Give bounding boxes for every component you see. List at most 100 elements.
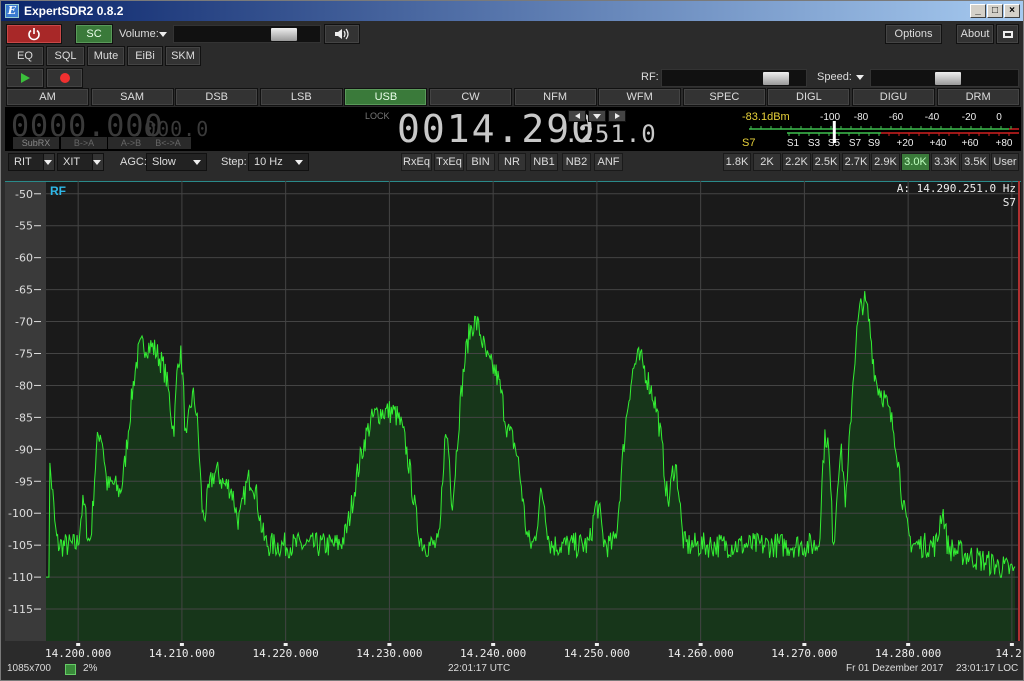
dsp-button-txeq[interactable]: TxEq (434, 153, 464, 171)
options-button[interactable]: Options (885, 24, 942, 44)
step-select[interactable]: 10 Hz (248, 153, 309, 171)
vfo-down-button[interactable] (588, 110, 606, 122)
cpu-icon (65, 664, 76, 675)
swap-ab-button[interactable]: B<->A (145, 137, 191, 149)
mode-button-spec[interactable]: SPEC (682, 88, 766, 106)
mode-button-usb[interactable]: USB (344, 88, 428, 106)
dsp-button-nb2[interactable]: NB2 (562, 153, 591, 171)
x-tick-label: 14.270.000 (771, 647, 837, 660)
toolbar-button-eq[interactable]: EQ (6, 46, 44, 66)
rf-gain-slider-thumb[interactable] (763, 72, 790, 85)
dsp-button-nb1[interactable]: NB1 (530, 153, 558, 171)
dsp-button-anf[interactable]: ANF (594, 153, 623, 171)
mode-button-digl[interactable]: DIGL (767, 88, 851, 106)
smeter-dbm-readout: -83.1dBm (742, 111, 790, 123)
speed-slider[interactable] (870, 69, 1019, 87)
vfo-right-button[interactable] (608, 110, 626, 122)
speaker-button[interactable] (324, 24, 360, 44)
mode-button-nfm[interactable]: NFM (513, 88, 597, 106)
cpu-usage: 2% (83, 663, 98, 674)
close-icon[interactable]: × (1004, 4, 1020, 18)
speed-dropdown-icon[interactable] (856, 75, 864, 80)
toolbar-button-eibi[interactable]: EiBi (127, 46, 163, 66)
mode-button-cw[interactable]: CW (429, 88, 512, 106)
rf-gain-slider[interactable] (661, 69, 807, 87)
b-to-a-button[interactable]: B->A (61, 137, 107, 149)
filter-button-1-8k[interactable]: 1.8K (723, 153, 751, 171)
mode-button-lsb[interactable]: LSB (259, 88, 343, 106)
y-tick-label: -100 (8, 507, 33, 520)
filter-button-2k[interactable]: 2K (753, 153, 781, 171)
play-button[interactable] (6, 68, 44, 88)
xit-label: XIT (63, 156, 81, 168)
filter-button-3-5k[interactable]: 3.5K (961, 153, 990, 171)
xit-dropdown[interactable] (92, 153, 104, 171)
filter-button-2-9k[interactable]: 2.9K (871, 153, 900, 171)
power-button[interactable] (6, 24, 62, 44)
agc-select[interactable]: Slow (146, 153, 207, 171)
filter-button-user[interactable]: User (991, 153, 1019, 171)
mode-button-drm[interactable]: DRM (936, 88, 1020, 106)
maximize-icon[interactable]: □ (987, 4, 1003, 18)
volume-slider[interactable] (173, 25, 321, 43)
y-tick-label: -60 (15, 252, 33, 265)
chevron-down-icon (193, 160, 201, 165)
x-tick-label: 14.29 (995, 647, 1021, 660)
mode-button-digu[interactable]: DIGU (852, 88, 935, 106)
right-arrow-icon (614, 113, 620, 119)
mode-button-dsb[interactable]: DSB (175, 88, 259, 106)
chevron-down-icon (44, 160, 52, 165)
chevron-down-icon (295, 160, 303, 165)
y-tick-label: -105 (8, 539, 33, 552)
y-tick-label: -90 (15, 443, 33, 456)
vfo-frequency-sub[interactable]: .251.0 (564, 121, 657, 147)
sc-button[interactable]: SC (75, 24, 113, 44)
filter-button-2-7k[interactable]: 2.7K (842, 153, 870, 171)
x-tick-label: 14.200.000 (45, 647, 111, 660)
y-tick-label: -85 (15, 411, 33, 424)
rit-dropdown[interactable] (43, 153, 55, 171)
speed-slider-thumb[interactable] (934, 72, 961, 85)
dsp-button-nr[interactable]: NR (498, 153, 526, 171)
chevron-down-icon (93, 160, 101, 165)
about-button[interactable]: About (956, 24, 994, 44)
filter-button-2-2k[interactable]: 2.2K (782, 153, 811, 171)
filter-button-3-3k[interactable]: 3.3K (931, 153, 960, 171)
s-readout: S7 (1003, 196, 1016, 209)
filter-button-2-5k[interactable]: 2.5K (812, 153, 840, 171)
y-tick-label: -75 (15, 348, 33, 361)
toolbar-button-sql[interactable]: SQL (46, 46, 85, 66)
mode-button-sam[interactable]: SAM (90, 88, 174, 106)
x-tick-label: 14.230.000 (356, 647, 422, 660)
smeter-top-tick: -40 (925, 112, 940, 123)
dsp-button-rxeq[interactable]: RxEq (401, 153, 432, 171)
play-icon (20, 73, 30, 83)
y-tick-label: -65 (15, 284, 33, 297)
y-tick-label: -55 (15, 220, 33, 233)
spectrum-display[interactable]: -50 -55 -60 -65 -70 -75 -80 -85 -90 -95 -100 -105 -1… (5, 181, 1021, 661)
smeter-bottom-tick: +40 (930, 138, 947, 149)
record-button[interactable] (46, 68, 83, 88)
filter-button-3-0k[interactable]: 3.0K (901, 153, 930, 171)
volume-dropdown-icon[interactable] (159, 32, 167, 37)
rit-label: RIT (14, 156, 32, 168)
mode-button-wfm[interactable]: WFM (598, 88, 682, 106)
y-tick-label: -95 (15, 475, 33, 488)
x-tick-label: 14.280.000 (875, 647, 941, 660)
toolbar-button-skm[interactable]: SKM (165, 46, 201, 66)
smeter-top-tick: 0 (996, 112, 1002, 123)
power-icon (28, 28, 40, 41)
frequency-readout: A: 14.290.251.0 Hz (897, 182, 1016, 195)
subrx-button[interactable]: SubRX (13, 137, 59, 149)
vfo-left-button[interactable] (568, 110, 586, 122)
volume-slider-thumb[interactable] (270, 28, 297, 41)
dsp-button-bin[interactable]: BIN (466, 153, 495, 171)
lock-label[interactable]: LOCK (365, 111, 390, 121)
toolbar-button-mute[interactable]: Mute (87, 46, 125, 66)
x-tick-label: 14.260.000 (668, 647, 734, 660)
fullscreen-button[interactable] (996, 24, 1019, 44)
smeter-needle (832, 121, 836, 143)
minimize-icon[interactable]: _ (970, 4, 986, 18)
mode-button-am[interactable]: AM (6, 88, 89, 106)
local-time: 23:01:17 LOC (956, 663, 1019, 674)
